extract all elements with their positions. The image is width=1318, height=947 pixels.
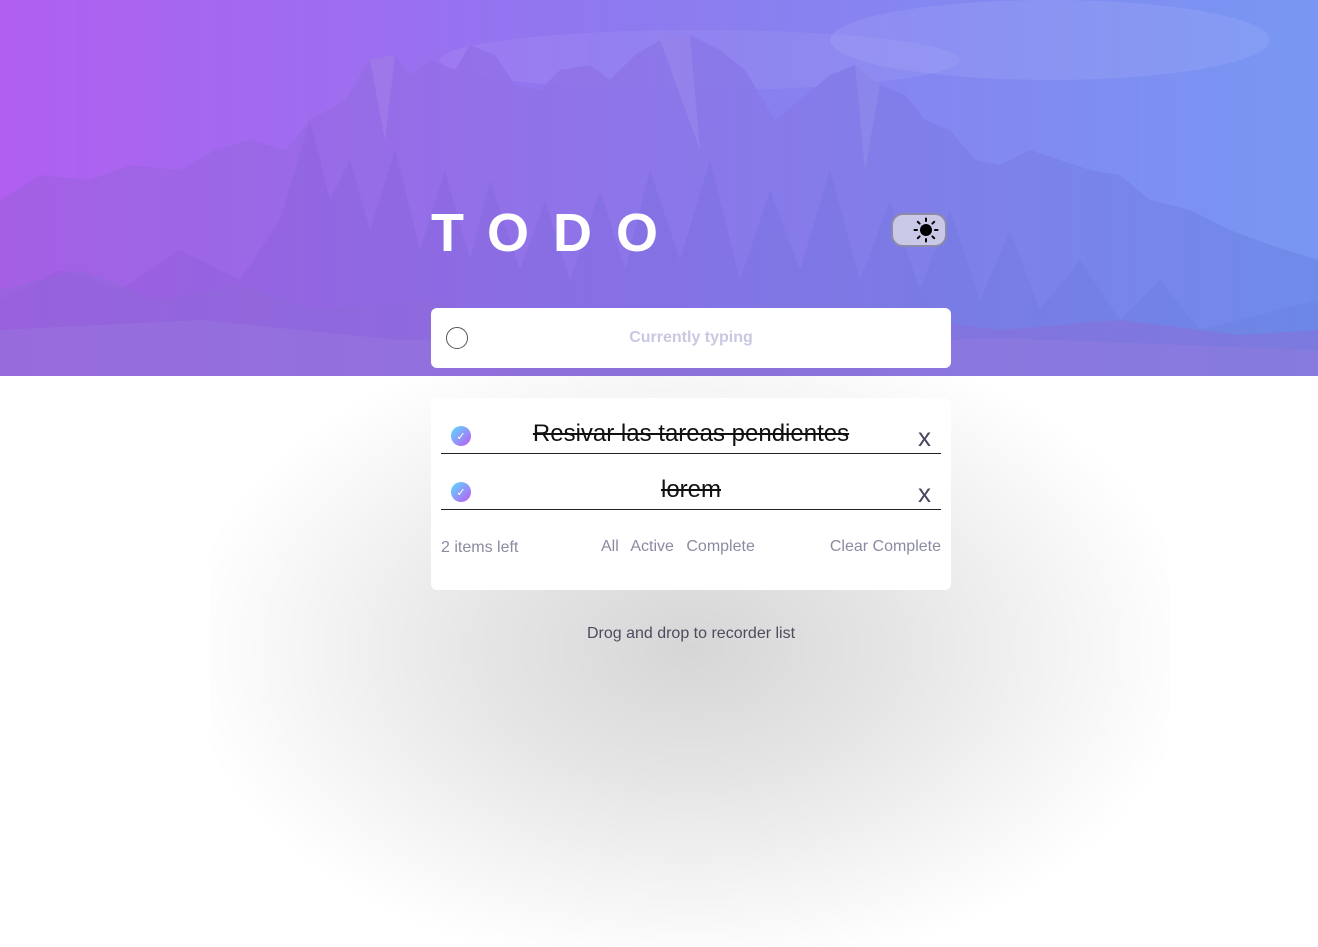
filter-group: All Active Complete bbox=[601, 538, 763, 556]
drag-drop-hint: Drog and drop to recorder list bbox=[586, 625, 796, 642]
new-todo-input[interactable] bbox=[481, 318, 901, 358]
filter-active[interactable]: Active bbox=[630, 538, 674, 555]
new-todo-box bbox=[431, 308, 951, 368]
filter-complete[interactable]: Complete bbox=[686, 538, 754, 555]
check-icon[interactable]: ✓ bbox=[451, 482, 471, 502]
check-icon[interactable]: ✓ bbox=[451, 426, 471, 446]
theme-toggle-button[interactable] bbox=[891, 213, 947, 247]
todo-item: ✓ Resivar las tareas pendientes x bbox=[441, 398, 941, 454]
todo-item-text: lorem bbox=[660, 476, 721, 503]
todo-item-text: Resivar las tareas pendientes bbox=[532, 420, 850, 447]
todo-list-card: ✓ Resivar las tareas pendientes x ✓ lore… bbox=[431, 398, 951, 590]
delete-todo-button[interactable]: x bbox=[918, 478, 931, 509]
delete-todo-button[interactable]: x bbox=[918, 422, 931, 453]
todo-item: ✓ lorem x bbox=[441, 454, 941, 510]
todo-app: TODO ✓ Resivar las tareas pendientes x bbox=[0, 0, 1318, 947]
todo-footer: 2 items left All Active Complete Clear C… bbox=[441, 510, 941, 570]
app-title: TODO bbox=[431, 203, 683, 263]
clear-complete-button[interactable]: Clear Complete bbox=[830, 538, 941, 556]
filter-all[interactable]: All bbox=[601, 538, 619, 555]
items-left-count: 2 items left bbox=[441, 539, 519, 556]
new-todo-checkbox[interactable] bbox=[446, 327, 468, 349]
sun-icon bbox=[913, 217, 939, 243]
